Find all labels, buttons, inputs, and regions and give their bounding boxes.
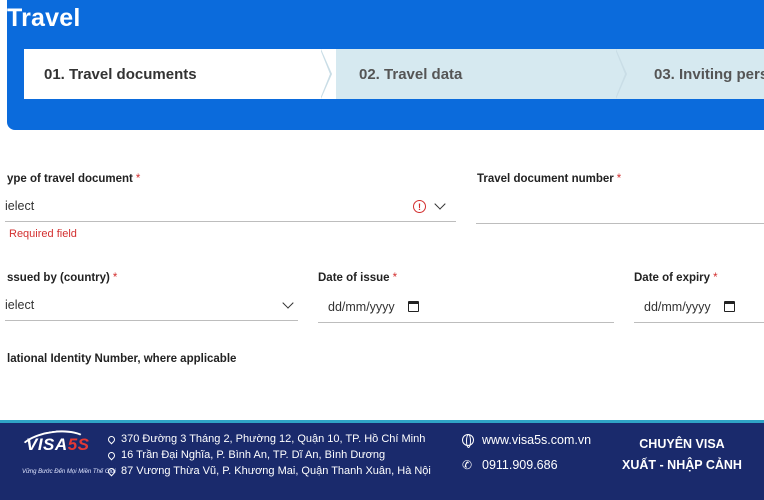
date-value: dd/mm/yyyy	[328, 299, 395, 314]
map-pin-icon	[106, 434, 117, 444]
label-text: Date of expiry	[634, 272, 711, 284]
required-mark: *	[392, 272, 398, 284]
date-of-expiry-input[interactable]: dd/mm/yyyy	[634, 291, 764, 323]
date-of-issue-input[interactable]: dd/mm/yyyy	[318, 291, 614, 323]
logo-suffix: 5S	[67, 435, 90, 454]
step-label: 02. Travel data	[359, 65, 463, 83]
label-text: ype of travel document	[7, 173, 133, 185]
step-label: 01. Travel documents	[44, 65, 197, 83]
slogan-line-1: CHUYÊN VISA	[639, 437, 725, 451]
stepper: 01. Travel documents 02. Travel data 03.…	[24, 49, 764, 99]
issued-by-label: ssued by (country) *	[7, 272, 117, 284]
error-circle-icon: !	[413, 200, 426, 213]
required-mark: *	[713, 272, 718, 284]
label-text: lational Identity Number, where applicab…	[7, 353, 237, 365]
chevron-down-icon	[434, 198, 446, 210]
page-title: Travel	[7, 4, 81, 32]
travel-document-number-input[interactable]	[476, 192, 764, 224]
website-text: www.visa5s.com.vn	[482, 433, 592, 447]
required-mark: *	[112, 272, 118, 284]
step-travel-documents[interactable]: 01. Travel documents	[24, 49, 336, 99]
map-pin-icon	[106, 466, 117, 476]
visa5s-logo: VISA5S	[26, 435, 89, 455]
chevron-down-icon	[282, 297, 294, 309]
website-link[interactable]: www.visa5s.com.vn	[462, 433, 592, 448]
logo-prefix: VISA	[26, 435, 68, 454]
step-label: 03. Inviting person	[654, 65, 764, 83]
footer-banner: VISA5S Vững Bước Đến Mọi Miền Thế Giới 3…	[0, 420, 764, 500]
travel-document-type-select[interactable]: ielect !	[5, 190, 456, 222]
step-travel-data[interactable]: 02. Travel data	[319, 49, 637, 99]
select-value: ielect	[5, 297, 35, 312]
globe-icon	[462, 433, 474, 448]
address-text: 16 Trần Đại Nghĩa, P. Bình An, TP. Dĩ An…	[121, 449, 386, 461]
address-ha-noi: 87 Vương Thừa Vũ, P. Khương Mai, Quận Th…	[106, 465, 431, 477]
date-of-expiry-label: Date of expiry *	[634, 272, 718, 284]
required-mark: *	[616, 173, 622, 185]
phone-text: 0911.909.686	[482, 458, 558, 472]
date-value: dd/mm/yyyy	[644, 299, 711, 314]
page: Travel 01. Travel documents 02. Travel d…	[0, 0, 764, 500]
label-text: Date of issue	[318, 272, 390, 284]
national-id-label: lational Identity Number, where applicab…	[7, 353, 236, 365]
logo-tagline: Vững Bước Đến Mọi Miền Thế Giới	[22, 469, 116, 475]
map-pin-icon	[106, 450, 117, 460]
required-mark: *	[135, 173, 141, 185]
calendar-icon[interactable]	[408, 301, 419, 312]
address-text: 370 Đường 3 Tháng 2, Phường 12, Quận 10,…	[121, 433, 426, 445]
phone-link[interactable]: ✆ 0911.909.686	[462, 458, 558, 472]
travel-document-number-label: Travel document number *	[477, 173, 621, 185]
slogan-line-2: XUẤT - NHẬP CẢNH	[622, 458, 742, 472]
issued-by-select[interactable]: ielect	[5, 289, 298, 321]
calendar-icon[interactable]	[724, 301, 735, 312]
date-of-issue-label: Date of issue *	[318, 272, 397, 284]
travel-document-type-label: ype of travel document *	[7, 173, 140, 185]
select-value: ielect	[5, 198, 35, 213]
step-arrow	[320, 49, 330, 99]
required-field-error: Required field	[9, 228, 77, 240]
label-text: ssued by (country)	[7, 272, 110, 284]
label-text: Travel document number	[477, 173, 614, 185]
address-hcm: 370 Đường 3 Tháng 2, Phường 12, Quận 10,…	[106, 433, 426, 445]
step-arrow	[615, 49, 625, 99]
phone-icon: ✆	[462, 458, 473, 472]
address-binh-duong: 16 Trần Đại Nghĩa, P. Bình An, TP. Dĩ An…	[106, 449, 386, 461]
address-text: 87 Vương Thừa Vũ, P. Khương Mai, Quận Th…	[121, 465, 431, 477]
